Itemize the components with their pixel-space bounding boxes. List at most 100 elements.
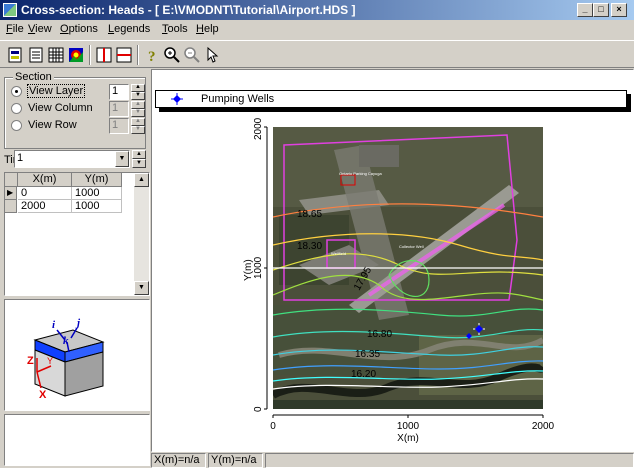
toolbar: ? [0, 40, 634, 68]
document-button[interactable] [26, 45, 46, 65]
pointer-button[interactable] [202, 45, 222, 65]
spin-down-icon[interactable]: ▼ [131, 126, 145, 134]
view-row-option[interactable]: View Row 1 ▲ ▼ [11, 118, 145, 134]
spin-down-icon[interactable]: ▼ [131, 109, 145, 117]
menu-options[interactable]: Options [60, 23, 98, 35]
axis-label-y: Y [47, 356, 53, 366]
row-spinner[interactable]: ▲ ▼ [131, 118, 145, 134]
spin-up-icon[interactable]: ▲ [132, 150, 146, 159]
scroll-down-icon[interactable]: ▼ [134, 281, 149, 295]
contour-plot[interactable]: 18.65 18.30 17.95 16.80 16.35 16.20 Onta… [239, 105, 559, 450]
x-axis-label: X(m) [397, 433, 419, 444]
grid-button[interactable] [46, 45, 66, 65]
properties-icon [8, 47, 22, 63]
menu-view[interactable]: View [28, 23, 52, 35]
pumping-well-icon [171, 93, 183, 105]
layer-number-field[interactable]: 1 [109, 84, 129, 100]
contour-label: 18.30 [297, 241, 322, 252]
view-column-radio[interactable] [11, 103, 22, 114]
row-number-field[interactable]: 1 [109, 118, 129, 134]
view-row-label: View Row [28, 119, 77, 131]
help-button[interactable]: ? [142, 45, 162, 65]
dropdown-arrow-icon[interactable]: ▼ [115, 151, 129, 167]
section-group: Section View Layer 1 ▲ ▼ View Column 1 ▲ ▼… [4, 71, 146, 149]
contour-label: 16.35 [355, 349, 380, 360]
scroll-up-icon[interactable]: ▲ [134, 173, 149, 187]
color-map-button[interactable] [66, 45, 86, 65]
document-icon [29, 47, 43, 63]
column-number-field[interactable]: 1 [109, 101, 129, 117]
menu-tools[interactable]: Tools [162, 23, 188, 35]
menu-legends[interactable]: Legends [108, 23, 150, 35]
svg-text:?: ? [148, 49, 156, 65]
spin-up-icon[interactable]: ▲ [131, 118, 145, 126]
contour-label: 16.20 [351, 369, 376, 380]
view-layer-option[interactable]: View Layer 1 ▲ ▼ [11, 84, 145, 100]
y-tick-label: 0 [253, 406, 264, 412]
time-spinner[interactable]: ▲ ▼ [132, 150, 146, 168]
grid-corner [5, 173, 18, 187]
zoom-out-icon [184, 47, 200, 63]
minimize-button[interactable]: _ [577, 3, 593, 17]
view-layer-label: View Layer [27, 84, 86, 98]
close-button[interactable]: × [611, 3, 627, 17]
axis-label-i: i [52, 319, 56, 331]
y-tick-label: 1000 [253, 256, 264, 279]
contour-label: 16.80 [367, 329, 392, 340]
map-annotation: Wellfield [331, 251, 346, 256]
spin-up-icon[interactable]: ▲ [131, 84, 145, 92]
zoom-in-icon [164, 47, 180, 63]
column-section-button[interactable] [94, 45, 114, 65]
time-value: 1 [17, 152, 24, 164]
column-spinner[interactable]: ▲ ▼ [131, 101, 145, 117]
spin-down-icon[interactable]: ▼ [132, 159, 146, 168]
axis-cube-icon: i j k Z Y X [27, 317, 105, 401]
zoom-out-button[interactable] [182, 45, 202, 65]
spin-up-icon[interactable]: ▲ [131, 101, 145, 109]
axis-label-x: X [39, 389, 47, 401]
column-header-y[interactable]: Y(m) [72, 173, 122, 187]
grid-cell[interactable]: 1000 [72, 187, 122, 200]
section-group-label: Section [13, 71, 54, 83]
row-section-icon [116, 47, 132, 63]
menu-file[interactable]: File [6, 23, 24, 35]
title-bar: Cross-section: Heads - [ E:\VMODNT\Tutor… [0, 0, 634, 20]
grid-cell[interactable]: 2000 [18, 200, 72, 213]
row-indicator[interactable] [5, 200, 17, 213]
x-tick-label: 0 [270, 421, 276, 432]
toolbar-separator [89, 45, 91, 65]
layer-spinner[interactable]: ▲ ▼ [131, 84, 145, 100]
view-layer-radio[interactable] [11, 86, 22, 97]
question-mark-icon: ? [148, 49, 156, 65]
row-section-button[interactable] [114, 45, 134, 65]
axis-label-z: Z [27, 355, 34, 367]
status-message [265, 453, 634, 468]
zoom-in-button[interactable] [162, 45, 182, 65]
map-annotation: Collector Well [399, 244, 424, 249]
view-column-option[interactable]: View Column 1 ▲ ▼ [11, 101, 145, 117]
y-axis-label: Y(m) [243, 259, 254, 281]
menu-help[interactable]: Help [196, 23, 219, 35]
grid-cell[interactable]: 0 [18, 187, 72, 200]
grid-icon [48, 47, 64, 63]
time-select[interactable]: 1 ▼ [14, 150, 130, 168]
current-row-indicator-icon[interactable]: ▶ [5, 187, 17, 200]
spin-down-icon[interactable]: ▼ [131, 92, 145, 100]
maximize-button[interactable]: □ [593, 3, 609, 17]
grid-cell[interactable]: 1000 [72, 200, 122, 213]
view-column-label: View Column [28, 102, 93, 114]
status-bar: X(m)=n/a Y(m)=n/a [151, 452, 634, 468]
grid-scrollbar[interactable]: ▲ ▼ [134, 173, 149, 295]
menu-bar: File View Options Legends Tools Help [0, 20, 634, 39]
view-row-radio[interactable] [11, 120, 22, 131]
column-header-x[interactable]: X(m) [18, 173, 72, 187]
toolbar-separator [137, 45, 139, 65]
properties-button[interactable] [5, 45, 25, 65]
info-pane [4, 414, 150, 466]
status-y-coordinate: Y(m)=n/a [208, 453, 263, 468]
legend-label: Pumping Wells [201, 93, 275, 105]
arrow-pointer-icon [207, 46, 219, 63]
contour-label: 18.65 [297, 209, 322, 220]
map-annotation: Ontario Parking Cayuga [339, 171, 382, 176]
cross-section-canvas[interactable]: Pumping Wells 18.65 18.30 17.95 16.80 16… [151, 69, 634, 452]
